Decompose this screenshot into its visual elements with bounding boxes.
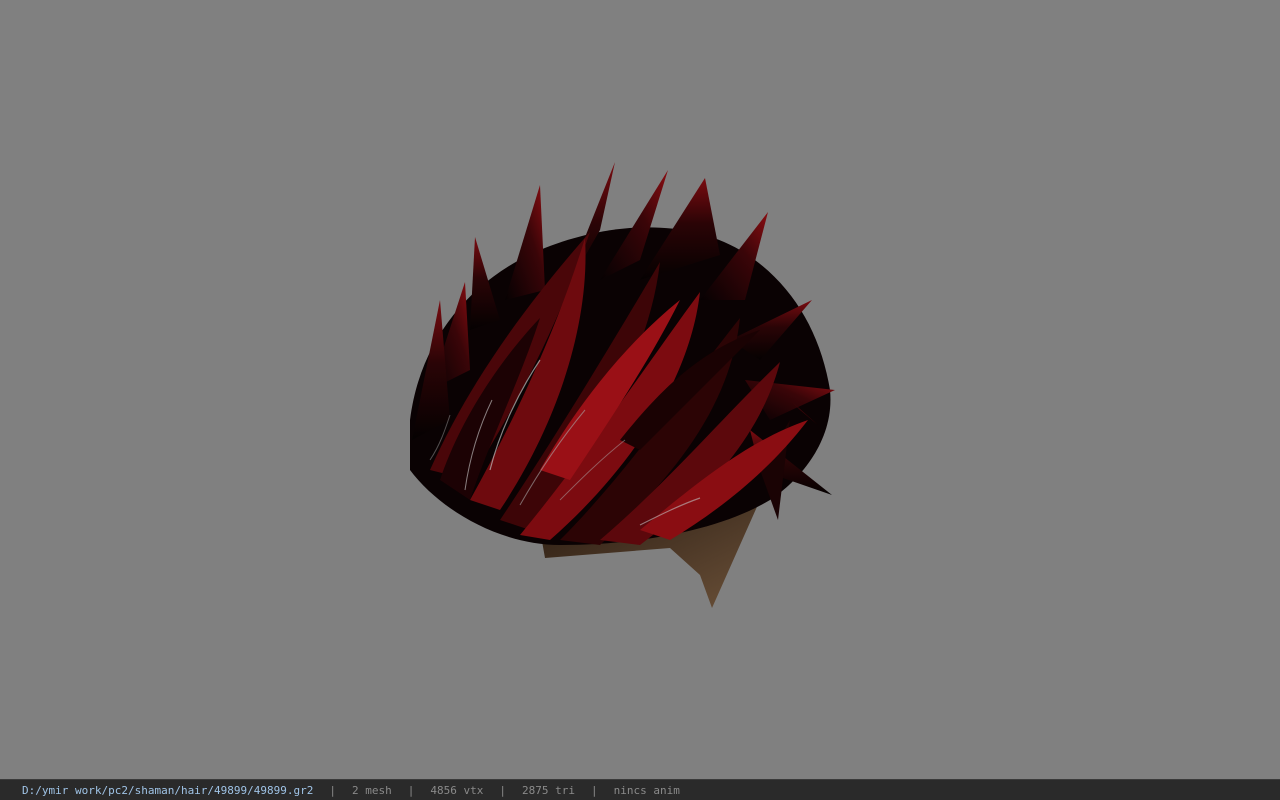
status-separator: | [407,783,415,797]
vertex-count: 4856 vtx [430,783,484,797]
hair-strand [412,300,450,440]
3d-viewport[interactable] [0,0,1280,779]
file-path: D:/ymir work/pc2/shaman/hair/49899/49899… [22,783,314,797]
hair-model-render[interactable] [0,0,1280,779]
hair-strand [505,185,545,300]
status-separator: | [499,783,507,797]
animation-status: nincs anim [613,783,680,797]
status-separator: | [591,783,598,797]
status-separator: | [329,783,337,797]
triangle-count: 2875 tri [522,783,575,797]
status-bar: D:/ymir work/pc2/shaman/hair/49899/49899… [0,779,1280,800]
mesh-count: 2 mesh [352,783,392,797]
